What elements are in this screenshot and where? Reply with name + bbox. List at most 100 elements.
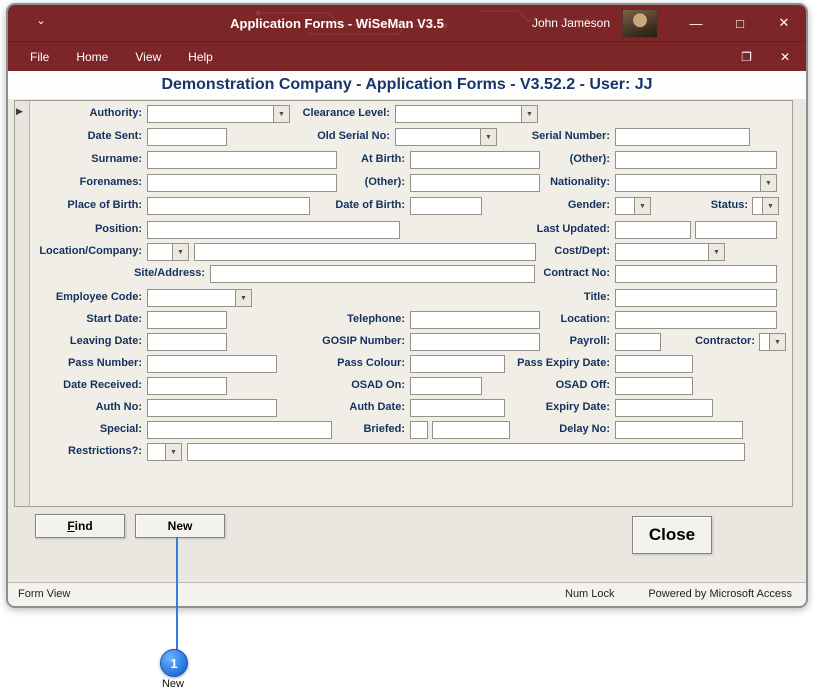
last-updated-date-input[interactable]	[615, 221, 691, 239]
leaving-date-input[interactable]	[147, 333, 227, 351]
employee-code-combobox[interactable]: ▼	[147, 289, 252, 307]
callout-number-badge: 1	[160, 649, 188, 677]
delay-no-label: Delay No:	[480, 423, 610, 437]
location-label: Location:	[480, 313, 610, 327]
contractor-label: Contractor:	[655, 335, 755, 349]
restore-down-icon[interactable]: ❐	[741, 50, 752, 64]
status-bar: Form View Num Lock Powered by Microsoft …	[8, 582, 806, 606]
position-input[interactable]	[147, 221, 400, 239]
date-of-birth-label: Date of Birth:	[275, 199, 405, 213]
chevron-down-icon[interactable]: ▼	[769, 334, 785, 350]
restrictions-label: Restrictions?:	[12, 445, 142, 459]
chevron-down-icon[interactable]: ▼	[235, 290, 251, 306]
gender-combobox[interactable]: ▼	[615, 197, 651, 215]
payroll-label: Payroll:	[480, 335, 610, 349]
menu-view[interactable]: View	[135, 50, 161, 64]
surname-other-label: (Other):	[480, 153, 610, 167]
location-company-combobox[interactable]: ▼	[147, 243, 189, 261]
pass-number-input[interactable]	[147, 355, 277, 373]
maximize-button[interactable]: □	[718, 5, 762, 41]
titlebar-right: John Jameson — □ ✕	[532, 5, 806, 41]
quick-access-chevron-icon[interactable]: ⌄	[32, 14, 50, 27]
gender-label: Gender:	[480, 199, 610, 213]
title-input[interactable]	[615, 289, 777, 307]
title-label: Title:	[480, 291, 610, 305]
menu-home[interactable]: Home	[76, 50, 108, 64]
gosip-number-label: GOSIP Number:	[275, 335, 405, 349]
pass-number-label: Pass Number:	[12, 357, 142, 371]
close-document-icon[interactable]: ✕	[780, 50, 790, 64]
minimize-button[interactable]: —	[674, 5, 718, 41]
restrictions-input[interactable]	[187, 443, 745, 461]
site-address-label: Site/Address:	[45, 267, 205, 281]
contract-no-label: Contract No:	[480, 267, 610, 281]
window-title: Application Forms - WiSeMan V3.5	[128, 5, 546, 41]
osad-off-input[interactable]	[615, 377, 693, 395]
chevron-down-icon[interactable]: ▼	[165, 444, 181, 460]
titlebar: ⌄ Application Forms - WiSeMan V3.5 John …	[8, 5, 806, 41]
nationality-label: Nationality:	[480, 176, 610, 190]
contract-no-input[interactable]	[615, 265, 777, 283]
forenames-other-label: (Other):	[275, 176, 405, 190]
location-input[interactable]	[615, 311, 777, 329]
maximize-icon: □	[736, 16, 744, 31]
auth-no-input[interactable]	[147, 399, 277, 417]
pass-expiry-date-label: Pass Expiry Date:	[480, 357, 610, 371]
restrictions-combobox[interactable]: ▼	[147, 443, 182, 461]
date-of-birth-input[interactable]	[410, 197, 482, 215]
last-updated-time-input[interactable]	[695, 221, 777, 239]
delay-no-input[interactable]	[615, 421, 743, 439]
new-button[interactable]: New	[135, 514, 225, 538]
briefed-checkbox-input[interactable]	[410, 421, 428, 439]
cost-dept-combobox[interactable]: ▼	[615, 243, 725, 261]
close-window-button[interactable]: ✕	[762, 5, 806, 41]
osad-on-input[interactable]	[410, 377, 482, 395]
contractor-combobox[interactable]: ▼	[759, 333, 786, 351]
chevron-down-icon[interactable]: ▼	[521, 106, 537, 122]
serial-number-label: Serial Number:	[480, 130, 610, 144]
view-mode-status: Form View	[18, 588, 70, 600]
leaving-date-label: Leaving Date:	[12, 335, 142, 349]
date-received-label: Date Received:	[12, 379, 142, 393]
special-label: Special:	[12, 423, 142, 437]
expiry-date-label: Expiry Date:	[480, 401, 610, 415]
auth-date-label: Auth Date:	[275, 401, 405, 415]
pass-expiry-date-input[interactable]	[615, 355, 693, 373]
chevron-down-icon[interactable]: ▼	[708, 244, 724, 260]
num-lock-status: Num Lock	[565, 588, 615, 600]
position-label: Position:	[12, 223, 142, 237]
close-button[interactable]: Close	[632, 516, 712, 554]
auth-no-label: Auth No:	[12, 401, 142, 415]
status-label: Status:	[648, 199, 748, 213]
chevron-down-icon[interactable]: ▼	[172, 244, 188, 260]
nationality-combobox[interactable]: ▼	[615, 174, 777, 192]
surname-label: Surname:	[12, 153, 142, 167]
old-serial-no-label: Old Serial No:	[260, 130, 390, 144]
date-sent-label: Date Sent:	[12, 130, 142, 144]
menu-file[interactable]: File	[30, 50, 49, 64]
authority-label: Authority:	[12, 107, 142, 121]
clearance-level-combobox[interactable]: ▼	[395, 105, 538, 123]
at-birth-label: At Birth:	[275, 153, 405, 167]
minimize-icon: —	[690, 16, 703, 31]
start-date-label: Start Date:	[12, 313, 142, 327]
expiry-date-input[interactable]	[615, 399, 713, 417]
chevron-down-icon[interactable]: ▼	[762, 198, 778, 214]
location-company-label: Location/Company:	[12, 245, 142, 259]
status-combobox[interactable]: ▼	[752, 197, 779, 215]
ribbon-window-controls: ❐ ✕	[741, 42, 790, 72]
forenames-label: Forenames:	[12, 176, 142, 190]
user-avatar[interactable]	[622, 9, 658, 38]
start-date-input[interactable]	[147, 311, 227, 329]
menu-items: File Home View Help	[30, 42, 213, 72]
date-sent-input[interactable]	[147, 128, 227, 146]
user-name[interactable]: John Jameson	[532, 16, 610, 30]
serial-number-input[interactable]	[615, 128, 750, 146]
close-icon: ✕	[779, 15, 790, 31]
menu-help[interactable]: Help	[188, 50, 213, 64]
date-received-input[interactable]	[147, 377, 227, 395]
surname-other-input[interactable]	[615, 151, 777, 169]
chevron-down-icon[interactable]: ▼	[760, 175, 776, 191]
find-accel: F	[67, 519, 74, 533]
find-button[interactable]: Find	[35, 514, 125, 538]
